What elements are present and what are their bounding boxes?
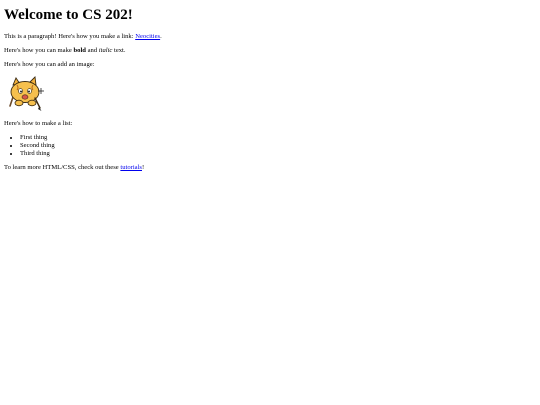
paragraph-text-end: text. [112, 47, 126, 54]
list-item: Second thing [20, 142, 55, 150]
italic-text: italic [98, 47, 113, 54]
bullet-list: First thing Second thing Third thing [4, 134, 55, 157]
neocities-link[interactable]: Neocities [135, 33, 160, 40]
paragraph-image-intro: Here's how you can add an image: [4, 61, 95, 68]
paragraph-list-intro: Here's how to make a list: [4, 120, 73, 127]
list-item: First thing [20, 134, 55, 142]
paragraph-text: Here's how you can make [4, 47, 74, 54]
bold-text: bold [73, 47, 86, 54]
paragraph-formatting: Here's how you can make bold and italic … [4, 47, 126, 55]
paragraph-tutorials: To learn more HTML/CSS, check out these … [4, 164, 144, 172]
neocities-cat-mascot-icon [4, 76, 46, 112]
paragraph-text-middle: and [85, 47, 99, 54]
paragraph-link-intro: This is a paragraph! Here's how you make… [4, 33, 162, 41]
paragraph-text: To learn more HTML/CSS, check out these [4, 164, 121, 171]
page-title: Welcome to CS 202! [4, 7, 133, 23]
paragraph-text: This is a paragraph! Here's how you make… [4, 33, 136, 40]
tutorials-link[interactable]: tutorials [120, 164, 142, 171]
paragraph-text-end: . [160, 33, 162, 40]
paragraph-text-end: ! [142, 164, 145, 171]
list-item: Third thing [20, 150, 55, 158]
